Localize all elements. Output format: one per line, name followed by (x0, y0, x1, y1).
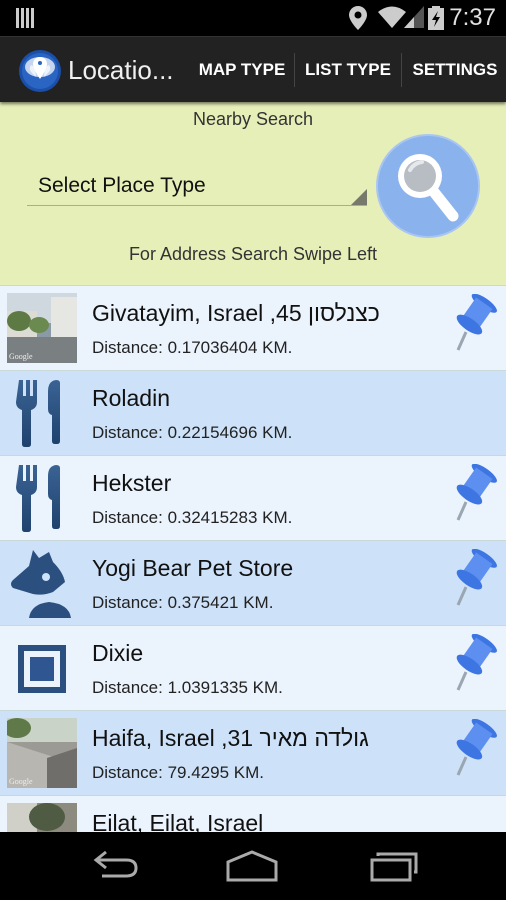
pushpin-icon[interactable] (444, 294, 498, 354)
pet-store-icon (11, 550, 71, 618)
location-icon (349, 6, 367, 30)
place-distance: Distance: 1.0391335 KM. (92, 678, 283, 697)
nearby-search-title: Nearby Search (192, 109, 314, 129)
place-distance: Distance: 0.22154696 KM. (92, 423, 293, 442)
action-bar: Locatio... MAP TYPE LIST TYPE SETTINGS (0, 36, 506, 102)
pushpin-icon[interactable] (444, 549, 498, 609)
notification-bars-icon (16, 8, 34, 28)
wifi-icon (378, 6, 406, 28)
restaurant-icon (16, 380, 60, 447)
place-list-item[interactable]: Roladin Distance: 0.22154696 KM. (0, 371, 506, 456)
place-list-item[interactable]: Dixie Distance: 1.0391335 KM. (0, 626, 506, 711)
pushpin-icon[interactable] (444, 719, 498, 779)
settings-button[interactable]: SETTINGS (408, 37, 502, 103)
home-button[interactable] (222, 846, 282, 886)
place-distance: Distance: 0.32415283 KM. (92, 508, 293, 527)
app-title: Locatio... (68, 55, 174, 85)
nearby-search-panel: Nearby Search Select Place Type For Addr… (0, 102, 506, 286)
back-arrow-icon (93, 850, 138, 878)
places-list[interactable]: Google Givatayim, Israel ,45 כצנלסון Dis… (0, 286, 506, 832)
place-distance: Distance: 79.4295 KM. (92, 763, 264, 782)
place-title: Haifa, Israel ,31 גולדה מאיר (92, 725, 369, 751)
place-distance: Distance: 0.375421 KM. (92, 593, 274, 612)
place-title: Dixie (92, 640, 144, 666)
recent-apps-icon (370, 852, 418, 882)
street-view-thumbnail: Google (7, 718, 77, 788)
dropdown-arrow-icon (351, 189, 367, 205)
list-type-button[interactable]: LIST TYPE (300, 37, 396, 103)
app-logo-icon[interactable] (18, 49, 62, 93)
place-list-item[interactable]: Google Haifa, Israel ,31 גולדה מאיר Dist… (0, 711, 506, 796)
pushpin-icon[interactable] (444, 464, 498, 524)
place-list-item[interactable]: Yogi Bear Pet Store Distance: 0.375421 K… (0, 541, 506, 626)
status-bar: 7:37 (0, 0, 506, 36)
battery-charging-icon (428, 6, 444, 30)
place-title: Eilat, Eilat, Israel (92, 810, 264, 832)
place-title: Yogi Bear Pet Store (92, 555, 294, 581)
place-title: Givatayim, Israel ,45 כצנלסון (92, 300, 380, 326)
svg-text:Google: Google (9, 777, 33, 786)
street-view-thumbnail: Google (7, 293, 77, 363)
clock: 7:37 (449, 4, 496, 31)
back-button[interactable] (84, 846, 144, 886)
restaurant-icon (16, 465, 60, 532)
place-type-select-value: Select Place Type (38, 174, 206, 197)
address-search-hint: For Address Search Swipe Left (128, 244, 378, 264)
place-type-select[interactable]: Select Place Type (27, 170, 367, 206)
home-icon (226, 850, 278, 882)
place-title: Roladin (92, 385, 170, 411)
svg-text:Google: Google (9, 352, 33, 361)
place-distance: Distance: 0.17036404 KM. (92, 338, 293, 357)
map-type-button[interactable]: MAP TYPE (196, 37, 288, 103)
divider (294, 53, 295, 87)
navigation-bar (0, 832, 506, 900)
recent-apps-button[interactable] (366, 846, 426, 886)
place-list-item[interactable]: Google Givatayim, Israel ,45 כצנלסון Dis… (0, 286, 506, 371)
divider (401, 53, 402, 87)
street-view-thumbnail (7, 803, 77, 832)
signal-icon (404, 6, 424, 28)
search-button[interactable] (376, 134, 480, 238)
pushpin-icon[interactable] (444, 634, 498, 694)
place-list-item[interactable]: Hekster Distance: 0.32415283 KM. (0, 456, 506, 541)
place-list-item[interactable]: Eilat, Eilat, Israel (0, 796, 506, 832)
place-title: Hekster (92, 470, 172, 496)
generic-place-icon (18, 645, 66, 693)
